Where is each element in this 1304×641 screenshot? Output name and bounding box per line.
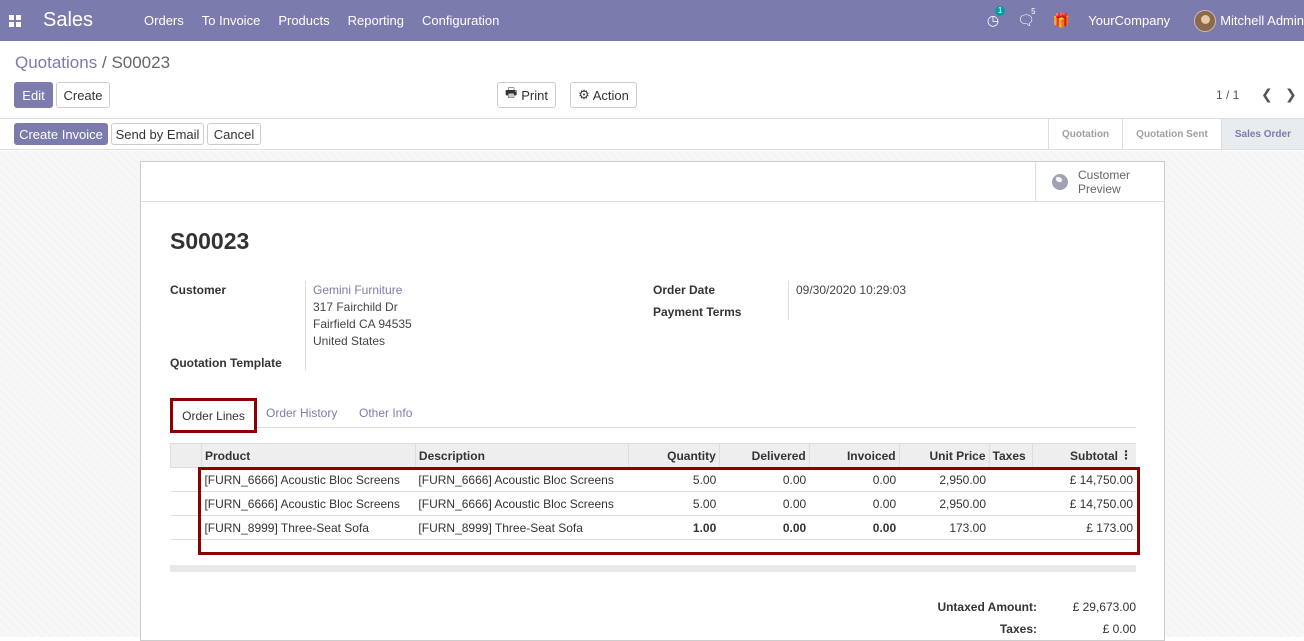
form-sheet: Customer Preview S00023 Customer Gemini … xyxy=(140,161,1165,641)
field-separator xyxy=(305,281,306,370)
gear-icon: ⚙ xyxy=(578,87,590,102)
chevron-left-icon[interactable]: ❮ xyxy=(1261,86,1273,103)
tab-order-history[interactable]: Order History xyxy=(266,398,337,428)
column-header-unit-price[interactable]: Unit Price xyxy=(898,443,990,468)
activity-clock-icon[interactable]: ◷ 1 xyxy=(987,6,1006,29)
customer-preview-line1: Customer xyxy=(1078,168,1131,182)
menu-to-invoice[interactable]: To Invoice xyxy=(202,13,261,28)
column-header-invoiced[interactable]: Invoiced xyxy=(808,443,900,468)
column-header-description[interactable]: Description xyxy=(414,443,629,468)
row-handle xyxy=(170,491,202,516)
row-handle xyxy=(170,467,202,492)
edit-button[interactable]: Edit xyxy=(14,82,53,108)
untaxed-amount-label: Untaxed Amount: xyxy=(937,600,1037,614)
order-title: S00023 xyxy=(170,228,250,254)
gift-icon[interactable]: 🎁 xyxy=(1053,12,1070,29)
print-label: Print xyxy=(521,87,548,103)
customer-link[interactable]: Gemini Furniture xyxy=(313,283,402,297)
menu-orders[interactable]: Orders xyxy=(144,13,184,28)
pager-value[interactable]: 1 / 1 xyxy=(1216,88,1239,102)
quotation-template-label: Quotation Template xyxy=(170,356,282,370)
menu-products[interactable]: Products xyxy=(278,13,329,28)
status-bar: Create Invoice Send by Email Cancel Quot… xyxy=(0,118,1304,150)
customer-address-line3: United States xyxy=(313,334,386,348)
order-date-label: Order Date xyxy=(653,283,716,297)
table-footer xyxy=(170,565,1136,572)
header-handle xyxy=(170,443,202,468)
send-by-email-button[interactable]: Send by Email xyxy=(111,123,204,145)
customer-preview-button[interactable]: Customer Preview xyxy=(1035,162,1164,202)
column-header-delivered[interactable]: Delivered xyxy=(718,443,810,468)
table-header-row: Product Description Quantity Delivered I… xyxy=(170,443,1136,468)
print-icon: 🖶 xyxy=(504,85,518,100)
order-lines-highlight xyxy=(198,467,1140,555)
row-handle xyxy=(170,515,202,540)
tab-order-lines[interactable]: Order Lines xyxy=(170,398,257,433)
taxes-value: £ 0.00 xyxy=(1102,622,1136,636)
subtotal-header-label: Subtotal xyxy=(1070,448,1118,463)
menu-configuration[interactable]: Configuration xyxy=(422,13,499,28)
tab-other-info[interactable]: Other Info xyxy=(359,398,412,428)
chevron-right-icon[interactable]: ❯ xyxy=(1285,86,1297,103)
field-separator xyxy=(788,281,789,320)
menu-reporting[interactable]: Reporting xyxy=(348,13,404,28)
status-step-quotation[interactable]: Quotation xyxy=(1047,119,1122,149)
breadcrumb-separator: / xyxy=(101,53,107,72)
payment-terms-label: Payment Terms xyxy=(653,305,742,319)
user-avatar[interactable] xyxy=(1194,9,1217,32)
create-button[interactable]: Create xyxy=(56,82,110,108)
messages-icon[interactable]: 🗨 5 xyxy=(1017,7,1035,29)
breadcrumb-current: S00023 xyxy=(111,53,171,72)
status-steps: Quotation Quotation Sent Sales Order xyxy=(1047,119,1304,149)
action-button[interactable]: ⚙ Action xyxy=(570,82,637,108)
status-step-quotation-sent[interactable]: Quotation Sent xyxy=(1122,119,1221,149)
column-options-icon[interactable]: ⋮ xyxy=(1120,448,1132,462)
user-menu[interactable]: Mitchell Admin xyxy=(1220,13,1304,28)
cancel-button[interactable]: Cancel xyxy=(207,123,261,145)
smart-button-box: Customer Preview xyxy=(141,162,1164,202)
activity-badge: 1 xyxy=(994,6,1006,16)
column-header-product[interactable]: Product xyxy=(200,443,416,468)
globe-icon xyxy=(1052,174,1068,190)
untaxed-amount-value: £ 29,673.00 xyxy=(1072,600,1136,614)
column-header-taxes[interactable]: Taxes xyxy=(988,443,1033,468)
breadcrumb: Quotations / S00023 xyxy=(15,53,170,73)
customer-preview-line2: Preview xyxy=(1078,182,1121,196)
order-date-value[interactable]: 09/30/2020 10:29:03 xyxy=(796,283,906,297)
customer-address-line1: 317 Fairchild Dr xyxy=(313,300,398,314)
create-invoice-button[interactable]: Create Invoice xyxy=(14,123,108,145)
breadcrumb-quotations[interactable]: Quotations xyxy=(15,53,97,72)
customer-label: Customer xyxy=(170,283,227,297)
company-switcher[interactable]: YourCompany xyxy=(1088,13,1170,28)
print-button[interactable]: 🖶 Print xyxy=(497,82,556,108)
app-title[interactable]: Sales xyxy=(43,9,93,32)
messages-badge: 5 xyxy=(1031,7,1036,16)
top-navbar: Sales Orders To Invoice Products Reporti… xyxy=(0,0,1304,41)
status-step-sales-order[interactable]: Sales Order xyxy=(1220,119,1304,149)
taxes-label: Taxes: xyxy=(999,622,1037,636)
customer-address-line2: Fairfield CA 94535 xyxy=(313,317,412,331)
notebook-tabs: Order Lines Order History Other Info xyxy=(170,398,1136,433)
apps-menu-icon[interactable] xyxy=(9,14,21,27)
action-label: Action xyxy=(592,87,629,103)
column-header-quantity[interactable]: Quantity xyxy=(627,443,720,468)
column-header-subtotal[interactable]: Subtotal ⋮ xyxy=(1031,443,1136,468)
